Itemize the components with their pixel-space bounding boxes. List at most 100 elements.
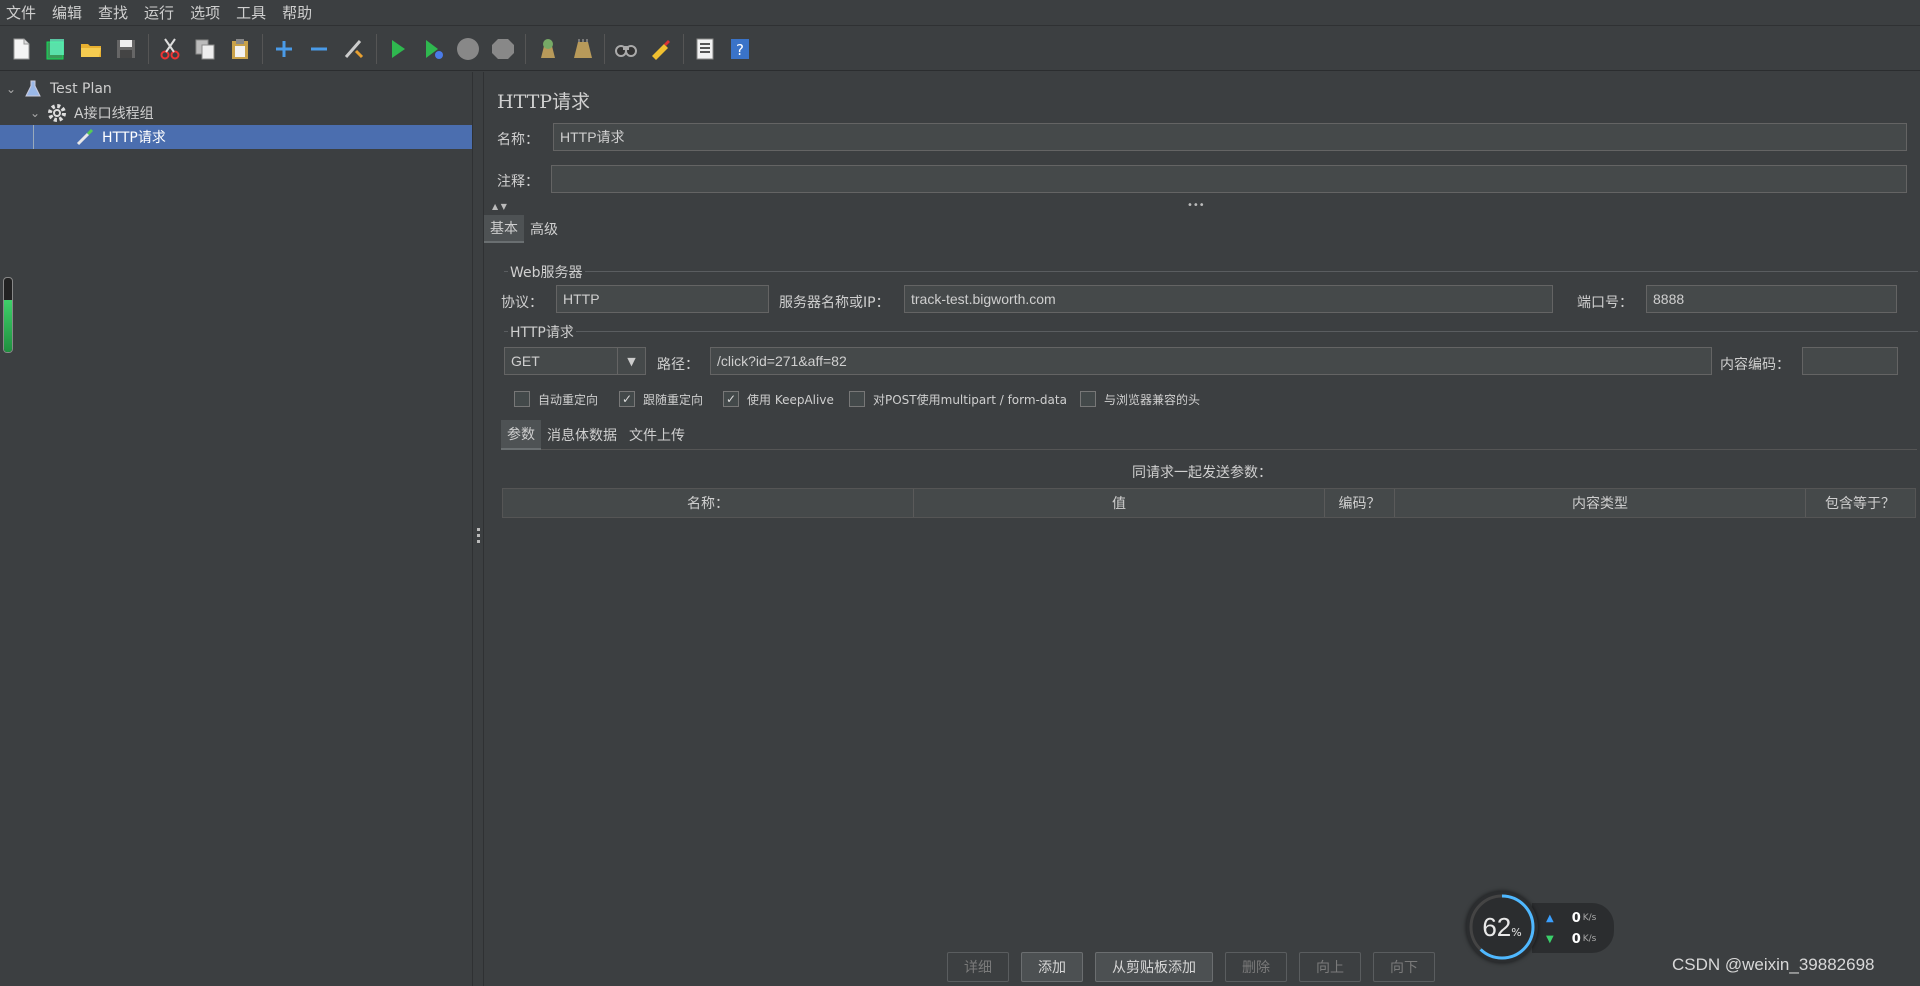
add-from-clipboard-button[interactable]: 从剪贴板添加 [1095, 952, 1213, 982]
menu-tools[interactable]: 工具 [234, 2, 276, 23]
toolbar: ? [0, 27, 1920, 71]
tab-basic[interactable]: 基本 [484, 215, 524, 243]
config-tabs: 基本 高级 [484, 215, 564, 243]
follow-redirect-checkbox[interactable]: ✓ 跟随重定向 [619, 389, 703, 409]
name-field[interactable]: HTTP请求 [553, 123, 1907, 151]
menu-run[interactable]: 运行 [142, 2, 184, 23]
tab-body-data[interactable]: 消息体数据 [541, 420, 623, 450]
auto-redirect-checkbox[interactable]: 自动重定向 [514, 389, 598, 409]
method-select[interactable]: GET ▼ [504, 347, 646, 375]
download-speed: ▼ 0 K/s [1546, 931, 1597, 947]
protocol-label: 协议： [501, 295, 543, 311]
clear-all-icon[interactable] [567, 34, 597, 64]
column-header-value[interactable]: 值 [914, 489, 1325, 517]
open-icon[interactable] [76, 34, 106, 64]
delete-button[interactable]: 删除 [1225, 952, 1287, 982]
tree-item-http-request[interactable]: HTTP请求 [0, 125, 472, 149]
move-up-button[interactable]: 向上 [1299, 952, 1361, 982]
start-no-pause-icon[interactable] [418, 34, 448, 64]
params-table-header: 名称： 值 编码？ 内容类型 包含等于？ [502, 488, 1916, 518]
multipart-checkbox[interactable]: 对POST使用multipart / form-data [849, 389, 1067, 409]
chevron-down-icon[interactable]: ⌄ [28, 106, 42, 120]
start-icon[interactable] [383, 34, 413, 64]
tab-file-upload[interactable]: 文件上传 [623, 420, 691, 450]
svg-text:?: ? [736, 41, 744, 59]
detail-button[interactable]: 详细 [947, 952, 1009, 982]
checkbox-box[interactable] [849, 391, 865, 407]
tab-advanced[interactable]: 高级 [524, 215, 564, 243]
expand-icon[interactable] [269, 34, 299, 64]
new-icon[interactable] [6, 34, 36, 64]
tree-item-thread-group[interactable]: ⌄ A接口线程组 [0, 101, 472, 125]
collapse-arrows[interactable]: ▲ ▼ ••• [492, 200, 1920, 211]
menu-edit[interactable]: 编辑 [50, 2, 92, 23]
save-icon[interactable] [111, 34, 141, 64]
browser-compatible-checkbox[interactable]: 与浏览器兼容的头 [1080, 389, 1200, 409]
upload-speed: ▲ 0 K/s [1546, 910, 1597, 926]
tree-item-label: HTTP请求 [102, 130, 166, 146]
menu-options[interactable]: 选项 [188, 2, 230, 23]
chevron-down-icon[interactable]: ▼ [617, 348, 645, 374]
menu-file[interactable]: 文件 [4, 2, 46, 23]
watermark: CSDN @weixin_39882698 [1672, 955, 1875, 974]
protocol-field[interactable]: HTTP [556, 285, 769, 313]
split-pane-divider[interactable] [472, 72, 484, 986]
server-field[interactable]: track-test.bigworth.com [904, 285, 1553, 313]
search-icon[interactable] [611, 34, 641, 64]
chevron-down-icon[interactable]: ⌄ [4, 82, 18, 96]
paste-icon[interactable] [225, 34, 255, 64]
drag-handle-icon[interactable]: ••• [1187, 200, 1205, 211]
column-header-encode[interactable]: 编码？ [1325, 489, 1395, 517]
body-tabs: 参数 消息体数据 文件上传 [501, 420, 1917, 450]
tab-parameters[interactable]: 参数 [501, 420, 541, 450]
shutdown-icon[interactable] [488, 34, 518, 64]
path-field[interactable]: /click?id=271&aff=82 [710, 347, 1712, 375]
send-params-label: 同请求一起发送参数： [1132, 465, 1272, 481]
check-icon[interactable]: ✓ [723, 391, 739, 407]
menu-bar: 文件 编辑 查找 运行 选项 工具 帮助 [0, 0, 1920, 26]
column-header-name[interactable]: 名称： [503, 489, 914, 517]
tree-item-test-plan[interactable]: ⌄ Test Plan [0, 77, 472, 101]
menu-help[interactable]: 帮助 [280, 2, 322, 23]
move-down-button[interactable]: 向下 [1373, 952, 1435, 982]
toggle-icon[interactable] [339, 34, 369, 64]
port-label: 端口号： [1577, 295, 1633, 311]
copy-icon[interactable] [190, 34, 220, 64]
path-label: 路径： [657, 357, 699, 373]
checkbox-box[interactable] [514, 391, 530, 407]
add-button[interactable]: 添加 [1021, 952, 1083, 982]
reset-search-icon[interactable] [646, 34, 676, 64]
page-title: HTTP请求 [497, 91, 591, 113]
stop-icon[interactable] [453, 34, 483, 64]
checkbox-label: 使用 KeepAlive [747, 392, 834, 407]
network-speed-widget[interactable]: ▲ 0 K/s ▼ 0 K/s 62 % [1466, 891, 1616, 965]
memory-usage-gauge: 62 % [1466, 891, 1538, 963]
tree-item-label: A接口线程组 [74, 106, 154, 122]
checkbox-label: 与浏览器兼容的头 [1104, 392, 1201, 407]
column-header-include-equals[interactable]: 包含等于？ [1806, 489, 1914, 517]
comment-field[interactable] [551, 165, 1907, 193]
function-helper-icon[interactable] [690, 34, 720, 64]
check-icon[interactable]: ✓ [619, 391, 635, 407]
templates-icon[interactable] [41, 34, 71, 64]
help-icon[interactable]: ? [725, 34, 755, 64]
group-title: HTTP请求 [508, 322, 576, 342]
encoding-field[interactable] [1802, 347, 1898, 375]
method-value: GET [511, 353, 540, 369]
name-label: 名称： [497, 132, 539, 148]
port-field[interactable]: 8888 [1646, 285, 1897, 313]
clear-icon[interactable] [532, 34, 562, 64]
collapse-icon[interactable] [304, 34, 334, 64]
cut-icon[interactable] [155, 34, 185, 64]
arrow-up-icon: ▲ [1546, 912, 1554, 924]
server-label: 服务器名称或IP： [779, 295, 890, 311]
menu-search[interactable]: 查找 [96, 2, 138, 23]
keepalive-checkbox[interactable]: ✓ 使用 KeepAlive [723, 389, 834, 409]
checkbox-label: 跟随重定向 [643, 392, 704, 407]
params-button-bar: 详细 添加 从剪贴板添加 删除 向上 向下 [947, 952, 1447, 982]
group-title: Web服务器 [508, 262, 585, 282]
column-header-content-type[interactable]: 内容类型 [1395, 489, 1806, 517]
test-plan-tree: ⌄ Test Plan ⌄ A接口线程组 HTTP请求 [0, 72, 472, 986]
checkbox-box[interactable] [1080, 391, 1096, 407]
pipette-icon [74, 126, 96, 148]
